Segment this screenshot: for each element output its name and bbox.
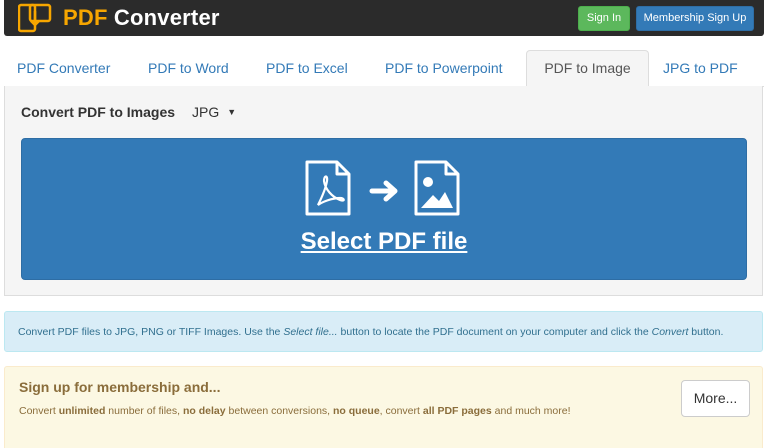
sign-in-button[interactable]: Sign In <box>578 6 630 31</box>
membership-title: Sign up for membership and... <box>19 379 221 395</box>
select-pdf-file-link[interactable]: Select PDF file <box>22 228 746 256</box>
membership-text-part: between conversions, <box>225 405 333 417</box>
converter-tabs: PDF Converter PDF to Word PDF to Excel P… <box>4 50 764 88</box>
select-file-dropzone[interactable]: Select PDF file <box>21 138 747 280</box>
arrow-right-icon <box>369 180 398 202</box>
membership-text-part: and much more! <box>491 405 571 417</box>
membership-text-bold: no queue <box>333 405 380 417</box>
membership-text-bold: no delay <box>182 405 226 417</box>
top-navbar: PDF Converter Sign In Membership Sign Up <box>4 0 764 36</box>
membership-text-part: Convert <box>19 405 59 417</box>
tab-pdf-to-image[interactable]: PDF to Image <box>526 50 649 88</box>
converter-title: Convert PDF to Images <box>21 104 176 120</box>
image-file-icon <box>414 160 460 216</box>
document-transfer-icon[interactable] <box>18 3 52 33</box>
caret-down-icon: ▼ <box>227 107 237 117</box>
more-button[interactable]: More... <box>681 380 750 417</box>
tab-jpg-to-pdf[interactable]: JPG to PDF <box>663 50 738 87</box>
tab-pdf-converter[interactable]: PDF Converter <box>17 50 110 87</box>
info-text-select-file: Select file... <box>283 326 338 338</box>
brand-logo[interactable]: PDF Converter <box>63 5 220 31</box>
membership-text-bold: unlimited <box>58 405 106 417</box>
brand-part2: Converter <box>107 5 220 30</box>
membership-text-part: number of files, <box>105 405 183 417</box>
format-select[interactable]: JPG ▼ <box>188 101 240 123</box>
brand-part1: PDF <box>63 5 108 30</box>
tab-pdf-to-powerpoint[interactable]: PDF to Powerpoint <box>385 50 503 87</box>
tab-pdf-to-excel[interactable]: PDF to Excel <box>266 50 348 87</box>
converter-panel: Convert PDF to Images JPG ▼ Select PDF f… <box>4 86 763 296</box>
info-text-3: button to locate the PDF document on you… <box>337 326 652 338</box>
membership-text-bold: all PDF pages <box>422 405 492 417</box>
pdf-file-icon <box>305 160 351 216</box>
tab-pdf-to-word[interactable]: PDF to Word <box>148 50 229 87</box>
info-alert: Convert PDF files to JPG, PNG or TIFF Im… <box>4 311 763 352</box>
info-text-1: Convert PDF files to JPG, PNG or TIFF Im… <box>18 326 284 338</box>
info-text-convert: Convert <box>651 326 689 338</box>
info-text-5: button. <box>688 326 724 338</box>
membership-alert: Sign up for membership and... Convert un… <box>4 366 763 448</box>
format-select-value: JPG <box>192 104 220 120</box>
conversion-icons <box>305 160 460 216</box>
membership-text-part: , convert <box>379 405 423 417</box>
membership-sign-up-button[interactable]: Membership Sign Up <box>636 6 754 31</box>
membership-text: Convert unlimited number of files, no de… <box>19 405 571 417</box>
